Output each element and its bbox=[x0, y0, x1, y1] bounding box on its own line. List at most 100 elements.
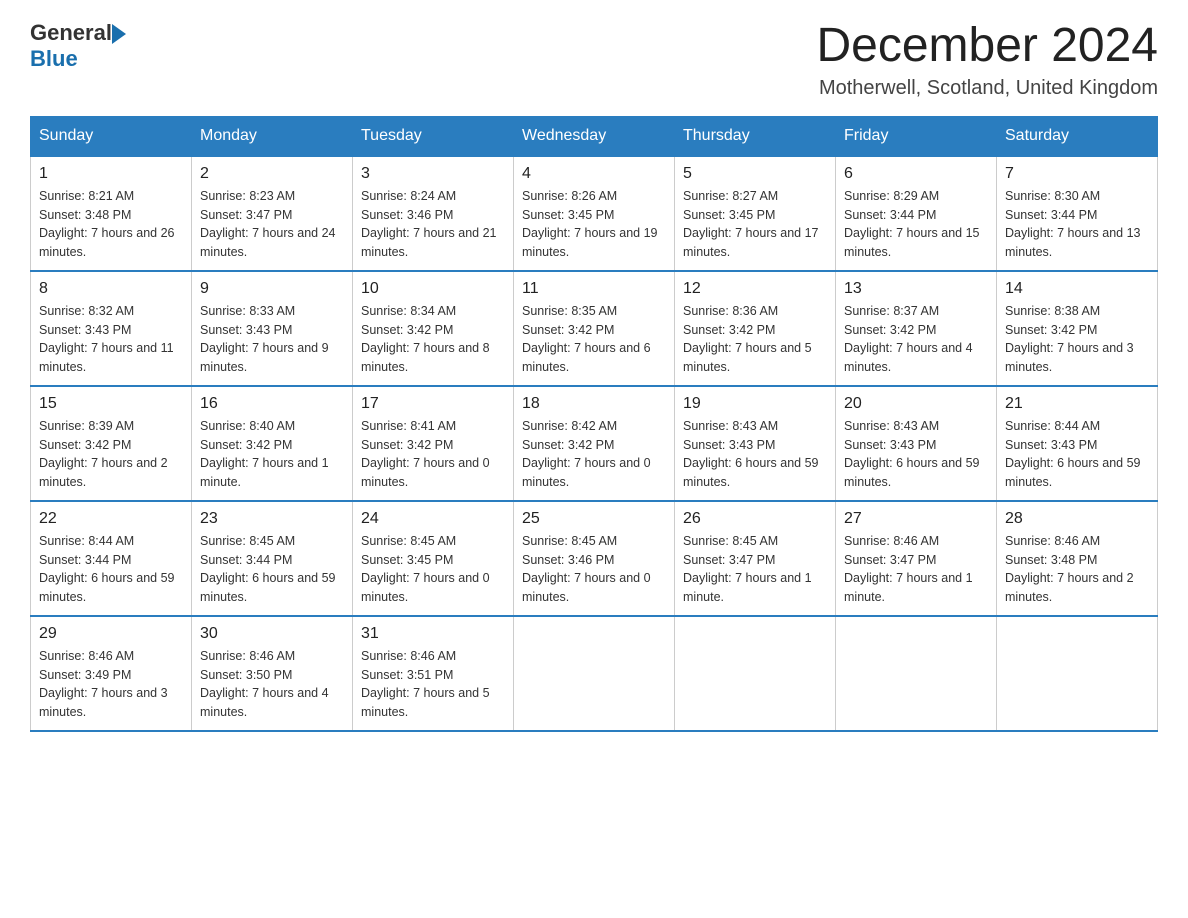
logo: General Blue bbox=[30, 20, 126, 72]
table-row: 24 Sunrise: 8:45 AMSunset: 3:45 PMDayligh… bbox=[353, 501, 514, 616]
day-info: Sunrise: 8:37 AMSunset: 3:42 PMDaylight:… bbox=[844, 304, 973, 374]
day-number: 5 bbox=[683, 165, 827, 183]
table-row: 10 Sunrise: 8:34 AMSunset: 3:42 PMDayligh… bbox=[353, 271, 514, 386]
day-number: 10 bbox=[361, 280, 505, 298]
header-cell-wednesday: Wednesday bbox=[514, 116, 675, 156]
logo-general-text: General bbox=[30, 20, 112, 46]
table-row: 27 Sunrise: 8:46 AMSunset: 3:47 PMDayligh… bbox=[836, 501, 997, 616]
header-cell-sunday: Sunday bbox=[31, 116, 192, 156]
day-info: Sunrise: 8:44 AMSunset: 3:44 PMDaylight:… bbox=[39, 534, 175, 604]
calendar-week-row: 8Sunrise: 8:32 AMSunset: 3:43 PMDaylight… bbox=[31, 271, 1158, 386]
table-row: 2 Sunrise: 8:23 AMSunset: 3:47 PMDaylight… bbox=[192, 156, 353, 271]
day-info: Sunrise: 8:35 AMSunset: 3:42 PMDaylight:… bbox=[522, 304, 651, 374]
table-row: 9Sunrise: 8:33 AMSunset: 3:43 PMDaylight… bbox=[192, 271, 353, 386]
day-number: 26 bbox=[683, 510, 827, 528]
table-row: 22 Sunrise: 8:44 AMSunset: 3:44 PMDayligh… bbox=[31, 501, 192, 616]
day-info: Sunrise: 8:42 AMSunset: 3:42 PMDaylight:… bbox=[522, 419, 651, 489]
day-number: 23 bbox=[200, 510, 344, 528]
header-cell-saturday: Saturday bbox=[997, 116, 1158, 156]
day-info: Sunrise: 8:46 AMSunset: 3:48 PMDaylight:… bbox=[1005, 534, 1134, 604]
header-cell-friday: Friday bbox=[836, 116, 997, 156]
logo-blue-text: Blue bbox=[30, 46, 78, 72]
day-number: 15 bbox=[39, 395, 183, 413]
table-row bbox=[997, 616, 1158, 731]
table-row: 14Sunrise: 8:38 AMSunset: 3:42 PMDayligh… bbox=[997, 271, 1158, 386]
day-info: Sunrise: 8:46 AMSunset: 3:47 PMDaylight:… bbox=[844, 534, 973, 604]
day-info: Sunrise: 8:30 AMSunset: 3:44 PMDaylight:… bbox=[1005, 189, 1141, 259]
day-info: Sunrise: 8:45 AMSunset: 3:44 PMDaylight:… bbox=[200, 534, 336, 604]
table-row: 15 Sunrise: 8:39 AMSunset: 3:42 PMDayligh… bbox=[31, 386, 192, 501]
day-info: Sunrise: 8:46 AMSunset: 3:51 PMDaylight:… bbox=[361, 649, 490, 719]
day-info: Sunrise: 8:43 AMSunset: 3:43 PMDaylight:… bbox=[683, 419, 819, 489]
day-info: Sunrise: 8:46 AMSunset: 3:50 PMDaylight:… bbox=[200, 649, 329, 719]
table-row: 19 Sunrise: 8:43 AMSunset: 3:43 PMDayligh… bbox=[675, 386, 836, 501]
day-info: Sunrise: 8:36 AMSunset: 3:42 PMDaylight:… bbox=[683, 304, 812, 374]
day-number: 18 bbox=[522, 395, 666, 413]
header-cell-tuesday: Tuesday bbox=[353, 116, 514, 156]
table-row: 17 Sunrise: 8:41 AMSunset: 3:42 PMDayligh… bbox=[353, 386, 514, 501]
day-number: 11 bbox=[522, 280, 666, 298]
day-number: 20 bbox=[844, 395, 988, 413]
table-row: 25Sunrise: 8:45 AMSunset: 3:46 PMDayligh… bbox=[514, 501, 675, 616]
table-row: 23 Sunrise: 8:45 AMSunset: 3:44 PMDayligh… bbox=[192, 501, 353, 616]
table-row bbox=[675, 616, 836, 731]
day-number: 24 bbox=[361, 510, 505, 528]
day-number: 17 bbox=[361, 395, 505, 413]
location-subtitle: Motherwell, Scotland, United Kingdom bbox=[816, 77, 1158, 100]
day-info: Sunrise: 8:44 AMSunset: 3:43 PMDaylight:… bbox=[1005, 419, 1141, 489]
calendar-header-row: SundayMondayTuesdayWednesdayThursdayFrid… bbox=[31, 116, 1158, 156]
calendar-week-row: 15 Sunrise: 8:39 AMSunset: 3:42 PMDayligh… bbox=[31, 386, 1158, 501]
day-number: 27 bbox=[844, 510, 988, 528]
month-title: December 2024 bbox=[816, 20, 1158, 73]
day-number: 22 bbox=[39, 510, 183, 528]
calendar-week-row: 29 Sunrise: 8:46 AMSunset: 3:49 PMDayligh… bbox=[31, 616, 1158, 731]
day-info: Sunrise: 8:29 AMSunset: 3:44 PMDaylight:… bbox=[844, 189, 980, 259]
day-number: 4 bbox=[522, 165, 666, 183]
day-number: 9 bbox=[200, 280, 344, 298]
table-row: 8Sunrise: 8:32 AMSunset: 3:43 PMDaylight… bbox=[31, 271, 192, 386]
header-cell-thursday: Thursday bbox=[675, 116, 836, 156]
day-info: Sunrise: 8:43 AMSunset: 3:43 PMDaylight:… bbox=[844, 419, 980, 489]
day-info: Sunrise: 8:34 AMSunset: 3:42 PMDaylight:… bbox=[361, 304, 490, 374]
table-row: 18 Sunrise: 8:42 AMSunset: 3:42 PMDayligh… bbox=[514, 386, 675, 501]
day-info: Sunrise: 8:23 AMSunset: 3:47 PMDaylight:… bbox=[200, 189, 336, 259]
header-cell-monday: Monday bbox=[192, 116, 353, 156]
day-number: 19 bbox=[683, 395, 827, 413]
calendar-week-row: 22 Sunrise: 8:44 AMSunset: 3:44 PMDayligh… bbox=[31, 501, 1158, 616]
table-row: 6 Sunrise: 8:29 AMSunset: 3:44 PMDaylight… bbox=[836, 156, 997, 271]
day-info: Sunrise: 8:38 AMSunset: 3:42 PMDaylight:… bbox=[1005, 304, 1134, 374]
day-info: Sunrise: 8:41 AMSunset: 3:42 PMDaylight:… bbox=[361, 419, 490, 489]
table-row: 26Sunrise: 8:45 AMSunset: 3:47 PMDayligh… bbox=[675, 501, 836, 616]
logo-arrow-icon bbox=[112, 24, 126, 44]
calendar-table: SundayMondayTuesdayWednesdayThursdayFrid… bbox=[30, 116, 1158, 732]
table-row: 29 Sunrise: 8:46 AMSunset: 3:49 PMDayligh… bbox=[31, 616, 192, 731]
day-info: Sunrise: 8:24 AMSunset: 3:46 PMDaylight:… bbox=[361, 189, 497, 259]
table-row: 3 Sunrise: 8:24 AMSunset: 3:46 PMDaylight… bbox=[353, 156, 514, 271]
table-row: 31 Sunrise: 8:46 AMSunset: 3:51 PMDayligh… bbox=[353, 616, 514, 731]
day-info: Sunrise: 8:46 AMSunset: 3:49 PMDaylight:… bbox=[39, 649, 168, 719]
day-info: Sunrise: 8:32 AMSunset: 3:43 PMDaylight:… bbox=[39, 304, 174, 374]
table-row: 13 Sunrise: 8:37 AMSunset: 3:42 PMDayligh… bbox=[836, 271, 997, 386]
table-row: 21Sunrise: 8:44 AMSunset: 3:43 PMDayligh… bbox=[997, 386, 1158, 501]
day-number: 13 bbox=[844, 280, 988, 298]
day-info: Sunrise: 8:39 AMSunset: 3:42 PMDaylight:… bbox=[39, 419, 168, 489]
day-info: Sunrise: 8:45 AMSunset: 3:45 PMDaylight:… bbox=[361, 534, 490, 604]
day-number: 29 bbox=[39, 625, 183, 643]
table-row: 1 Sunrise: 8:21 AMSunset: 3:48 PMDaylight… bbox=[31, 156, 192, 271]
table-row: 7Sunrise: 8:30 AMSunset: 3:44 PMDaylight… bbox=[997, 156, 1158, 271]
table-row: 5Sunrise: 8:27 AMSunset: 3:45 PMDaylight… bbox=[675, 156, 836, 271]
day-number: 31 bbox=[361, 625, 505, 643]
table-row bbox=[514, 616, 675, 731]
table-row: 30Sunrise: 8:46 AMSunset: 3:50 PMDayligh… bbox=[192, 616, 353, 731]
day-info: Sunrise: 8:21 AMSunset: 3:48 PMDaylight:… bbox=[39, 189, 175, 259]
day-number: 6 bbox=[844, 165, 988, 183]
table-row: 4Sunrise: 8:26 AMSunset: 3:45 PMDaylight… bbox=[514, 156, 675, 271]
day-number: 25 bbox=[522, 510, 666, 528]
day-number: 3 bbox=[361, 165, 505, 183]
day-number: 2 bbox=[200, 165, 344, 183]
table-row: 16Sunrise: 8:40 AMSunset: 3:42 PMDayligh… bbox=[192, 386, 353, 501]
calendar-week-row: 1 Sunrise: 8:21 AMSunset: 3:48 PMDaylight… bbox=[31, 156, 1158, 271]
table-row bbox=[836, 616, 997, 731]
table-row: 28Sunrise: 8:46 AMSunset: 3:48 PMDayligh… bbox=[997, 501, 1158, 616]
day-number: 1 bbox=[39, 165, 183, 183]
